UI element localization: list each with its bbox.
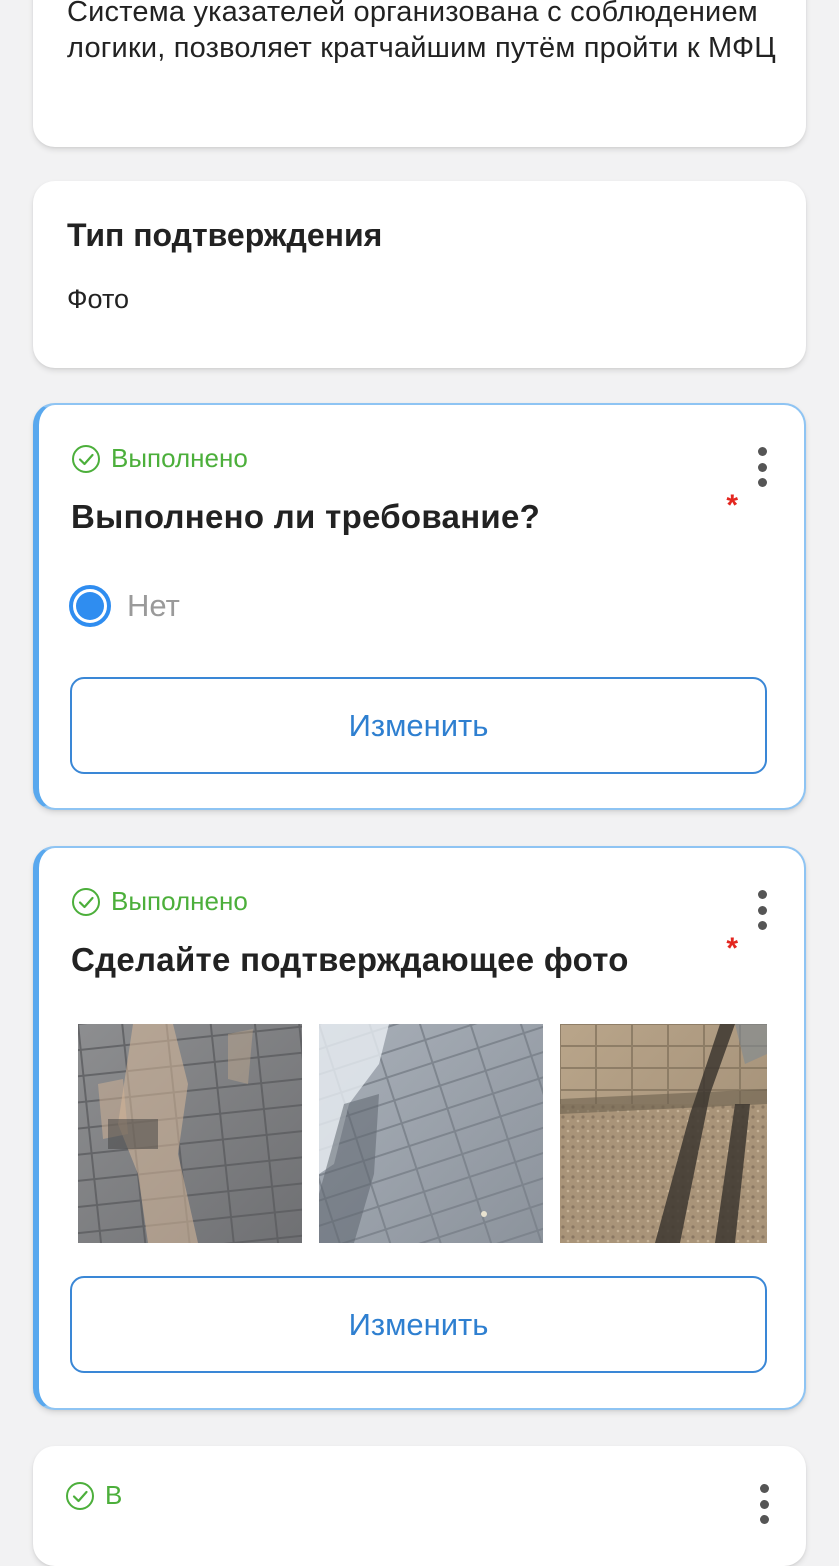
status-label: В xyxy=(105,1480,123,1510)
question-title: Сделайте подтверждающее фото xyxy=(71,941,629,978)
photo-thumbnail[interactable] xyxy=(560,1024,767,1243)
check-circle-icon xyxy=(72,887,100,916)
question-title: Выполнено ли требование? xyxy=(71,498,541,535)
required-mark: * xyxy=(726,489,738,522)
description-card: Система указателей организована с соблюд… xyxy=(33,0,806,147)
confirmation-type-value: Фото xyxy=(67,284,130,314)
status-badge: Выполнено xyxy=(71,886,248,917)
more-options-icon[interactable] xyxy=(757,447,767,487)
more-options-icon[interactable] xyxy=(759,1484,769,1524)
photo-thumbnail[interactable] xyxy=(319,1024,543,1243)
photo-thumbnail[interactable] xyxy=(78,1024,302,1243)
required-mark: * xyxy=(726,932,738,965)
next-question-card: В xyxy=(33,1446,806,1566)
change-button[interactable]: Изменить xyxy=(70,1276,767,1373)
confirmation-type-title: Тип подтверждения xyxy=(67,217,383,253)
radio-option-label: Нет xyxy=(127,588,180,623)
photo-gallery xyxy=(78,1024,767,1243)
radio-selected-icon[interactable] xyxy=(69,585,111,627)
question-card: Выполнено * Выполнено ли требование? Нет… xyxy=(33,403,806,810)
radio-option-no[interactable]: Нет xyxy=(69,585,180,627)
status-label: Выполнено xyxy=(111,886,248,916)
check-circle-icon xyxy=(72,444,100,473)
check-circle-icon xyxy=(66,1481,94,1510)
confirmation-type-card: Тип подтверждения Фото xyxy=(33,181,806,368)
change-button[interactable]: Изменить xyxy=(70,677,767,774)
description-text: Система указателей организована с соблюд… xyxy=(67,0,776,64)
more-options-icon[interactable] xyxy=(757,890,767,930)
status-badge: В xyxy=(65,1480,122,1511)
status-badge: Выполнено xyxy=(71,443,248,474)
photo-question-card: Выполнено * Сделайте подтверждающее фото xyxy=(33,846,806,1410)
status-label: Выполнено xyxy=(111,443,248,473)
